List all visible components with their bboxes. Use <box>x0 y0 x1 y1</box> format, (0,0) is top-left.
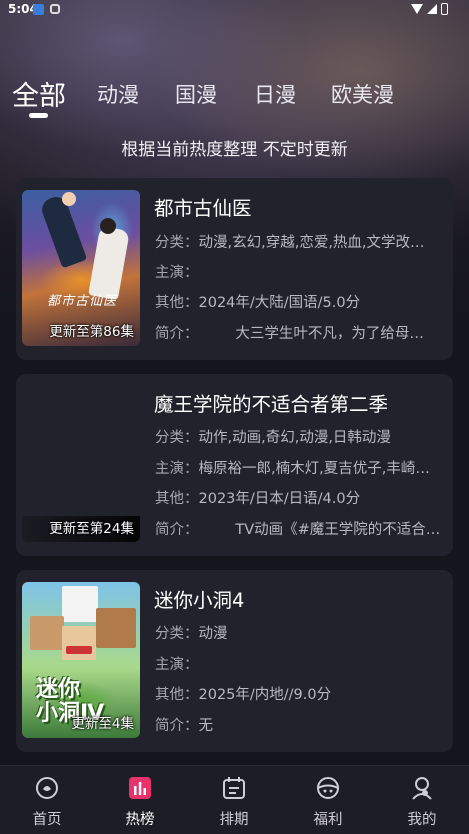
item-other: 其他：2023年/日本/日语/4.0分 <box>155 487 445 508</box>
category-value: 动作,动画,奇幻,动漫,日韩动漫 <box>198 430 391 446</box>
tab-chinese-anime[interactable]: 国漫 <box>175 79 217 109</box>
nav-gift[interactable]: 福利 <box>298 774 358 829</box>
intro-value: 大三学生叶不凡，为了给母… <box>198 326 424 342</box>
item-category: 分类：动漫,玄幻,穿越,恋爱,热血,文学改… <box>155 231 445 252</box>
item-cast: 主演：梅原裕一郎,楠木灯,夏吉优子,丰崎… <box>155 457 445 478</box>
list-item[interactable]: 更新至第24集 魔王学院的不适合者第二季 分类：动作,动画,奇幻,动漫,日韩动漫… <box>16 374 453 556</box>
other-label: 其他： <box>155 491 199 507</box>
tab-anime[interactable]: 动漫 <box>97 79 139 109</box>
poster-figure <box>62 586 98 622</box>
list-subtitle: 根据当前热度整理 不定时更新 <box>121 140 348 160</box>
intro-label: 简介： <box>155 718 199 734</box>
episode-badge: 更新至4集 <box>71 716 134 732</box>
poster-figure <box>100 218 116 234</box>
poster-image[interactable]: 迷你 小洞Ⅳ 更新至4集 <box>22 582 140 738</box>
item-intro: 简介： 大三学生叶不凡，为了给母… <box>155 322 445 343</box>
wifi-icon <box>411 4 423 14</box>
poster-logo: 都市古仙医 <box>46 294 117 309</box>
poster-figure <box>66 646 92 654</box>
android-notification-icon <box>50 4 60 14</box>
bottom-navigation: 首页 热榜 排期 福利 我的 <box>0 765 469 834</box>
cast-label: 主演： <box>155 265 199 281</box>
home-icon <box>36 777 58 799</box>
item-category: 分类：动作,动画,奇幻,动漫,日韩动漫 <box>155 426 445 447</box>
intro-label: 简介： <box>155 522 199 538</box>
other-label: 其他： <box>155 295 199 311</box>
episode-badge: 更新至第24集 <box>22 516 140 542</box>
nav-schedule-label: 排期 <box>219 812 249 828</box>
item-cast: 主演： <box>155 261 445 282</box>
poster-figure <box>38 193 88 269</box>
item-intro: 简介：无 <box>155 714 445 735</box>
tab-western-anime[interactable]: 欧美漫 <box>331 79 394 109</box>
category-value: 动漫 <box>198 626 228 642</box>
profile-icon <box>412 777 432 800</box>
intro-value: 无 <box>198 718 214 734</box>
cast-label: 主演： <box>155 657 199 673</box>
item-cast: 主演： <box>155 653 445 674</box>
nav-hot-list[interactable]: 热榜 <box>110 774 170 829</box>
hot-list-icon <box>129 777 151 799</box>
list-item[interactable]: 都市古仙医 更新至第86集 都市古仙医 分类：动漫,玄幻,穿越,恋爱,热血,文学… <box>16 178 453 360</box>
item-category: 分类：动漫 <box>155 622 445 643</box>
tab-all[interactable]: 全部 <box>12 74 66 113</box>
item-title[interactable]: 魔王学院的不适合者第二季 <box>154 388 388 417</box>
nav-hot-list-label: 热榜 <box>125 812 155 828</box>
category-label: 分类： <box>155 430 199 446</box>
episode-badge: 更新至第86集 <box>49 324 134 340</box>
item-other: 其他：2024年/大陆/国语/5.0分 <box>155 291 445 312</box>
other-value: 2023年/日本/日语/4.0分 <box>198 491 361 507</box>
nav-gift-label: 福利 <box>313 812 343 828</box>
category-label: 分类： <box>155 235 199 251</box>
cast-label: 主演： <box>155 461 199 477</box>
other-value: 2025年/内地//9.0分 <box>198 687 332 703</box>
schedule-icon <box>223 777 245 799</box>
poster-image[interactable]: 更新至第24集 <box>22 386 140 542</box>
status-bar: 5:04 <box>0 0 469 20</box>
nav-home[interactable]: 首页 <box>17 774 77 829</box>
nav-profile-label: 我的 <box>407 812 437 828</box>
nav-schedule[interactable]: 排期 <box>204 774 264 829</box>
poster-figure <box>62 626 96 660</box>
poster-figure <box>30 616 64 650</box>
nav-home-label: 首页 <box>32 812 62 828</box>
intro-label: 简介： <box>155 326 199 342</box>
category-value: 动漫,玄幻,穿越,恋爱,热血,文学改… <box>198 235 425 251</box>
item-other: 其他：2025年/内地//9.0分 <box>155 683 445 704</box>
item-title[interactable]: 迷你小洞4 <box>154 584 244 613</box>
tab-active-indicator <box>29 113 48 118</box>
item-title[interactable]: 都市古仙医 <box>154 192 252 221</box>
poster-image[interactable]: 都市古仙医 更新至第86集 <box>22 190 140 346</box>
tab-japanese-anime[interactable]: 日漫 <box>254 79 296 109</box>
poster-figure <box>96 608 136 648</box>
notification-app-icon <box>33 4 44 15</box>
list-item[interactable]: 迷你 小洞Ⅳ 更新至4集 迷你小洞4 分类：动漫 主演： 其他：2025年/内地… <box>16 570 453 752</box>
battery-icon <box>441 3 448 15</box>
intro-value: TV动画《#魔王学院的不适合… <box>198 522 441 538</box>
category-label: 分类： <box>155 626 199 642</box>
item-intro: 简介： TV动画《#魔王学院的不适合… <box>155 518 445 539</box>
poster-figure <box>62 192 76 206</box>
other-value: 2024年/大陆/国语/5.0分 <box>198 295 361 311</box>
other-label: 其他： <box>155 687 199 703</box>
nav-profile[interactable]: 我的 <box>392 774 452 829</box>
gift-icon <box>317 777 339 799</box>
cast-value: 梅原裕一郎,楠木灯,夏吉优子,丰崎… <box>198 461 430 477</box>
category-tabs: 全部 动漫 国漫 日漫 欧美漫 <box>0 74 469 114</box>
poster-figure <box>88 225 130 301</box>
signal-icon <box>427 4 437 14</box>
